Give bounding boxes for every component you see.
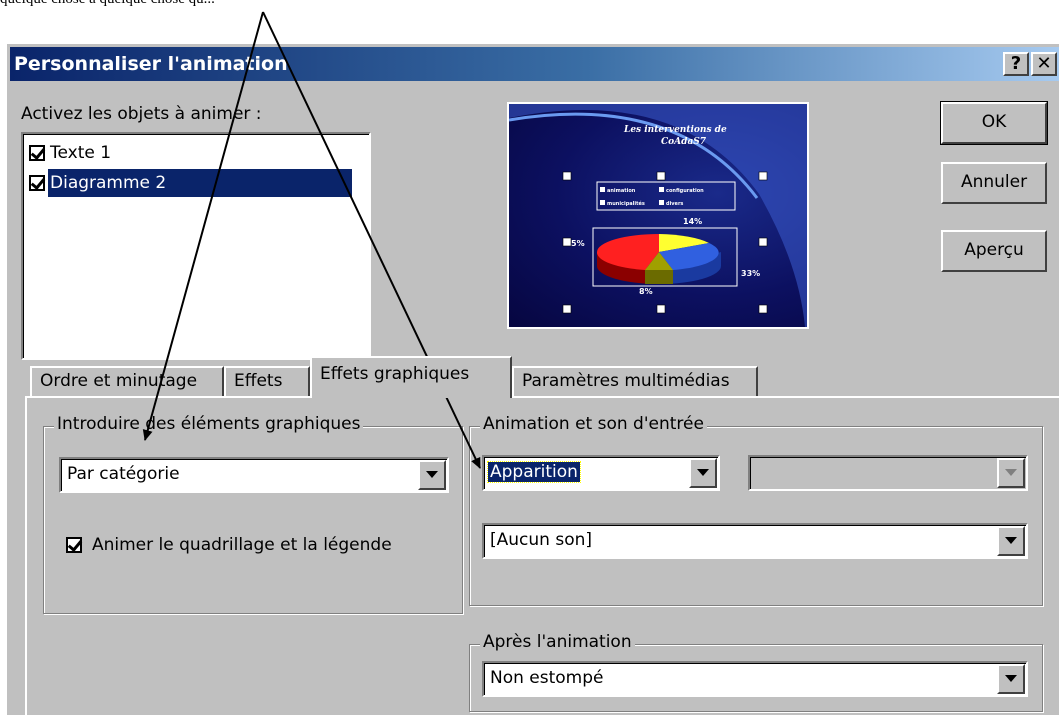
legend-item: animation [607, 188, 636, 194]
pct-label-left: 5% [571, 239, 585, 248]
chevron-down-icon[interactable] [418, 460, 446, 490]
cancel-button[interactable]: Annuler [941, 162, 1047, 204]
title-bar[interactable]: Personnaliser l'animation ? ✕ [10, 47, 1059, 81]
list-item[interactable]: Diagramme 2 [29, 168, 365, 198]
chevron-down-icon[interactable] [689, 458, 717, 488]
chevron-down-icon[interactable] [997, 664, 1025, 694]
entry-groupbox: Animation et son d'entrée Apparition [Au… [469, 414, 1043, 606]
chevron-down-icon[interactable] [997, 526, 1025, 556]
top-caption: quelque chose à quelque chose qu... [0, 0, 215, 8]
slide-title-2: CoAdaS7 [661, 137, 707, 147]
preview-button[interactable]: Aperçu [941, 230, 1047, 272]
intro-combo-value: Par catégorie [67, 464, 180, 484]
entry-effect-combo[interactable]: Apparition [482, 455, 720, 491]
list-item[interactable]: Texte 1 [29, 138, 113, 168]
intro-groupbox: Introduire des éléments graphiques Par c… [43, 414, 463, 614]
slide-preview: Les interventions de CoAdaS7 animation c… [507, 102, 809, 329]
tab-effets-graphiques[interactable]: Effets graphiques [310, 356, 512, 398]
animate-grid-checkbox[interactable] [66, 537, 82, 553]
close-button[interactable]: ✕ [1031, 52, 1057, 76]
help-button[interactable]: ? [1003, 52, 1029, 76]
tab-effets[interactable]: Effets [224, 366, 310, 396]
checkbox-diagramme-2[interactable] [29, 175, 45, 191]
legend-item: divers [666, 201, 683, 207]
intro-combo[interactable]: Par catégorie [59, 457, 449, 493]
objects-label: Activez les objets à animer : [21, 104, 262, 124]
entry-sound-value: [Aucun son] [490, 530, 592, 550]
entry-group-label: Animation et son d'entrée [480, 414, 707, 434]
ok-button[interactable]: OK [940, 101, 1048, 145]
list-item-label: Diagramme 2 [48, 169, 352, 197]
animate-grid-label: Animer le quadrillage et la légende [92, 535, 392, 555]
pct-label-right: 33% [741, 269, 760, 278]
animate-grid-checkbox-row[interactable]: Animer le quadrillage et la légende [66, 535, 392, 555]
tab-panel-effets-graphiques: Introduire des éléments graphiques Par c… [25, 396, 1059, 717]
custom-animation-dialog: Personnaliser l'animation ? ✕ Activez le… [5, 42, 1059, 717]
tab-ordre-et-minutage[interactable]: Ordre et minutage [30, 366, 224, 396]
pct-label-top: 14% [683, 217, 702, 226]
entry-direction-combo [748, 455, 1028, 491]
slide-title-1: Les interventions de [623, 125, 727, 135]
after-groupbox: Après l'animation Non estompé [469, 632, 1043, 712]
pct-label-bottom: 8% [639, 287, 653, 296]
objects-label-text: Activez les objets à animer : [21, 104, 262, 124]
after-combo[interactable]: Non estompé [482, 661, 1028, 697]
list-item-label: Texte 1 [50, 143, 112, 163]
legend-item: configuration [666, 188, 704, 194]
slide-preview-graphic: Les interventions de CoAdaS7 animation c… [509, 104, 807, 327]
entry-sound-combo[interactable]: [Aucun son] [482, 523, 1028, 559]
tab-parametres-multimedias[interactable]: Paramètres multimédias [512, 366, 758, 396]
checkbox-texte-1[interactable] [29, 145, 45, 161]
chevron-down-icon [997, 458, 1025, 488]
after-combo-value: Non estompé [490, 668, 604, 688]
objects-list[interactable]: Texte 1 Diagramme 2 [21, 132, 371, 360]
after-group-label: Après l'animation [480, 632, 635, 652]
dialog-title: Personnaliser l'animation [14, 53, 288, 75]
intro-group-label: Introduire des éléments graphiques [54, 414, 364, 434]
legend-item: municipalités [607, 200, 645, 207]
entry-effect-value: Apparition [487, 461, 581, 483]
